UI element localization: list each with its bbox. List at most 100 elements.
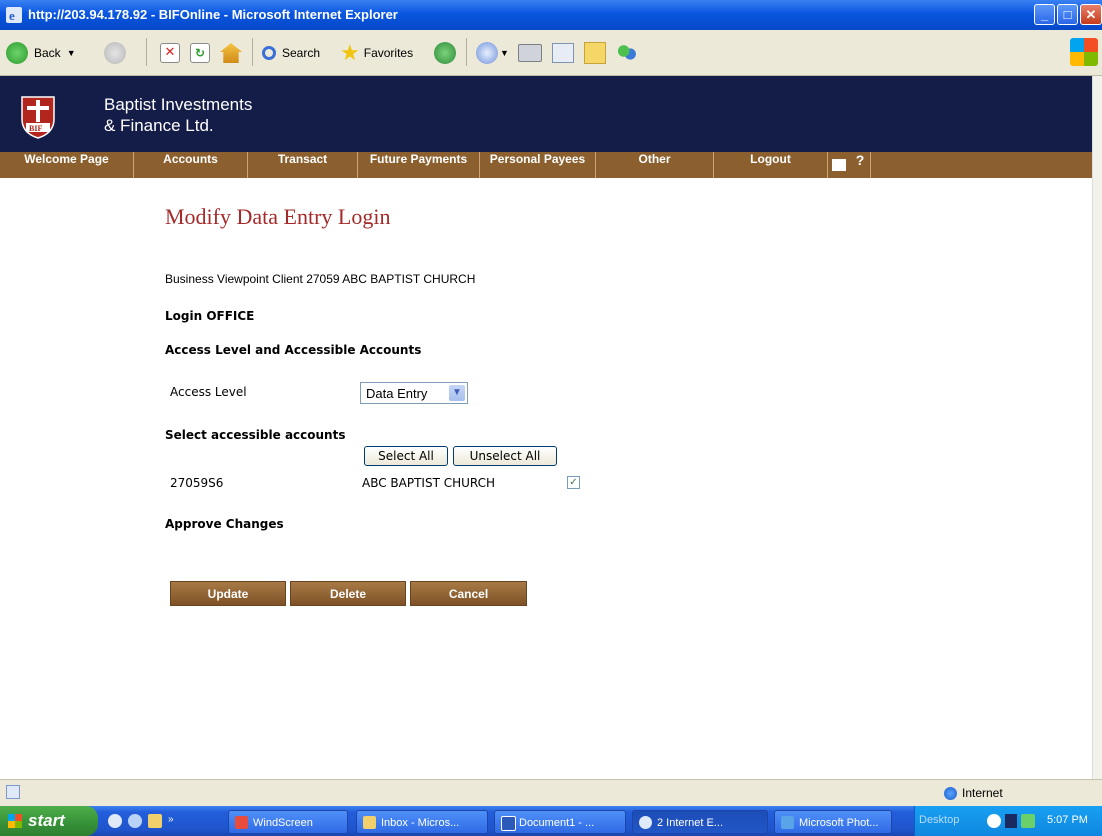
access-level-select[interactable]: Data Entry ▼	[360, 382, 468, 404]
select-accounts-heading: Select accessible accounts	[165, 428, 346, 442]
delete-button[interactable]: Delete	[290, 581, 406, 606]
nav-other[interactable]: Other	[596, 152, 714, 178]
task-inbox[interactable]: Inbox - Micros...	[356, 810, 488, 834]
home-button[interactable]	[220, 39, 242, 67]
approve-changes-heading: Approve Changes	[165, 517, 284, 531]
ie-quicklaunch-icon[interactable]	[108, 814, 122, 828]
favorites-label: Favorites	[363, 46, 414, 60]
task-label: 2 Internet E...	[657, 817, 724, 829]
edit-button[interactable]	[552, 39, 574, 67]
task-label: Document1 - ...	[519, 817, 595, 829]
favorites-button[interactable]: ★ Favorites	[340, 39, 413, 67]
clock[interactable]: 5:07 PM	[1047, 814, 1088, 826]
back-label: Back	[34, 46, 61, 60]
close-button[interactable]: ✕	[1080, 4, 1102, 25]
browser-toolbar: Back ▼ ✕ ↻ Search ★ Favorites ▼	[0, 30, 1102, 76]
mail-button[interactable]: ▼	[476, 39, 509, 67]
start-button[interactable]: start	[0, 806, 98, 836]
brand-line-2: & Finance Ltd.	[104, 116, 214, 135]
mail-dropdown-icon[interactable]: ▼	[500, 48, 509, 58]
mail-icon	[476, 42, 498, 64]
start-label: start	[28, 811, 65, 830]
nav-welcome-page[interactable]: Welcome Page	[0, 152, 134, 178]
system-tray: Desktop 5:07 PM	[914, 806, 1102, 836]
note-icon	[584, 42, 606, 64]
nav-logout[interactable]: Logout	[714, 152, 828, 178]
stop-button[interactable]: ✕	[160, 39, 180, 67]
printer-icon	[518, 44, 542, 62]
select-all-button[interactable]: Select All	[364, 446, 448, 466]
task-microsoft-photo[interactable]: Microsoft Phot...	[774, 810, 892, 834]
brand-line-1: Baptist Investments	[104, 95, 253, 114]
search-label: Search	[282, 46, 321, 60]
security-zone: Internet	[944, 786, 1003, 800]
messenger-icon	[616, 43, 638, 63]
quicklaunch-expand-icon[interactable]: »	[168, 814, 174, 825]
back-dropdown-icon[interactable]: ▼	[67, 48, 76, 58]
refresh-icon: ↻	[190, 43, 210, 63]
desktop-toolbar-label[interactable]: Desktop	[919, 814, 959, 826]
show-hidden-icons-button[interactable]	[987, 814, 1001, 828]
page-scrollbar[interactable]	[1092, 76, 1102, 779]
star-icon: ★	[340, 40, 360, 65]
chevron-down-icon[interactable]: ▼	[449, 385, 465, 401]
task-label: Inbox - Micros...	[381, 817, 460, 829]
tray-app-icon[interactable]	[1005, 814, 1017, 828]
status-bar: Internet	[0, 779, 1102, 806]
nav-divider	[870, 152, 871, 178]
login-name: Login OFFICE	[165, 309, 255, 323]
internet-explorer-icon: e	[6, 7, 22, 23]
home-icon	[220, 43, 242, 63]
discuss-button[interactable]	[584, 39, 606, 67]
task-internet-explorer[interactable]: 2 Internet E...	[632, 810, 768, 834]
account-number: 27059S6	[170, 476, 224, 490]
access-section-heading: Access Level and Accessible Accounts	[165, 343, 422, 357]
word-icon	[501, 816, 516, 831]
window-title-bar: e http://203.94.178.92 - BIFOnline - Mic…	[0, 0, 1102, 30]
maximize-button[interactable]: □	[1057, 4, 1078, 25]
svg-text:e: e	[9, 8, 15, 23]
task-windscreen[interactable]: WindScreen	[228, 810, 348, 834]
ie-quicklaunch-icon[interactable]	[128, 814, 142, 828]
minimize-button[interactable]: _	[1034, 4, 1055, 25]
print-page-icon[interactable]	[828, 152, 850, 178]
update-button[interactable]: Update	[170, 581, 286, 606]
history-icon	[434, 42, 456, 64]
cancel-button[interactable]: Cancel	[410, 581, 527, 606]
task-document1[interactable]: Document1 - ...	[494, 810, 626, 834]
account-checkbox[interactable]: ✓	[567, 476, 580, 489]
messenger-button[interactable]	[616, 39, 638, 67]
toolbar-separator	[146, 38, 147, 66]
bif-logo: BIF	[21, 96, 55, 139]
outlook-icon	[363, 816, 376, 829]
main-nav: Welcome Page Accounts Transact Future Pa…	[0, 152, 1092, 178]
windows-taskbar: start » WindScreen Inbox - Micros... Doc…	[0, 806, 1102, 836]
forward-button[interactable]	[104, 39, 126, 67]
access-level-value: Data Entry	[366, 386, 428, 401]
task-label: Microsoft Phot...	[799, 817, 879, 829]
zone-label: Internet	[962, 786, 1003, 800]
outlook-quicklaunch-icon[interactable]	[148, 814, 162, 828]
page-title: Modify Data Entry Login	[165, 204, 391, 229]
nav-personal-payees[interactable]: Personal Payees	[480, 152, 596, 178]
access-level-label: Access Level	[170, 385, 247, 399]
refresh-button[interactable]: ↻	[190, 39, 210, 67]
nav-accounts[interactable]: Accounts	[134, 152, 248, 178]
search-button[interactable]: Search	[262, 39, 320, 67]
back-arrow-icon	[6, 42, 28, 64]
nav-transact[interactable]: Transact	[248, 152, 358, 178]
back-button[interactable]: Back ▼	[6, 39, 76, 67]
stop-icon: ✕	[160, 43, 180, 63]
windscreen-icon	[235, 816, 248, 829]
toolbar-separator	[466, 38, 467, 66]
help-icon[interactable]: ?	[850, 152, 870, 178]
unselect-all-button[interactable]: Unselect All	[453, 446, 557, 466]
windows-flag-icon	[1070, 38, 1098, 66]
brand-name: Baptist Investments & Finance Ltd.	[104, 94, 252, 136]
history-button[interactable]	[434, 39, 456, 67]
tray-network-icon[interactable]	[1021, 814, 1035, 828]
nav-future-payments[interactable]: Future Payments	[358, 152, 480, 178]
print-button[interactable]	[518, 39, 542, 67]
client-info: Business Viewpoint Client 27059 ABC BAPT…	[165, 272, 476, 286]
task-label: WindScreen	[253, 817, 313, 829]
